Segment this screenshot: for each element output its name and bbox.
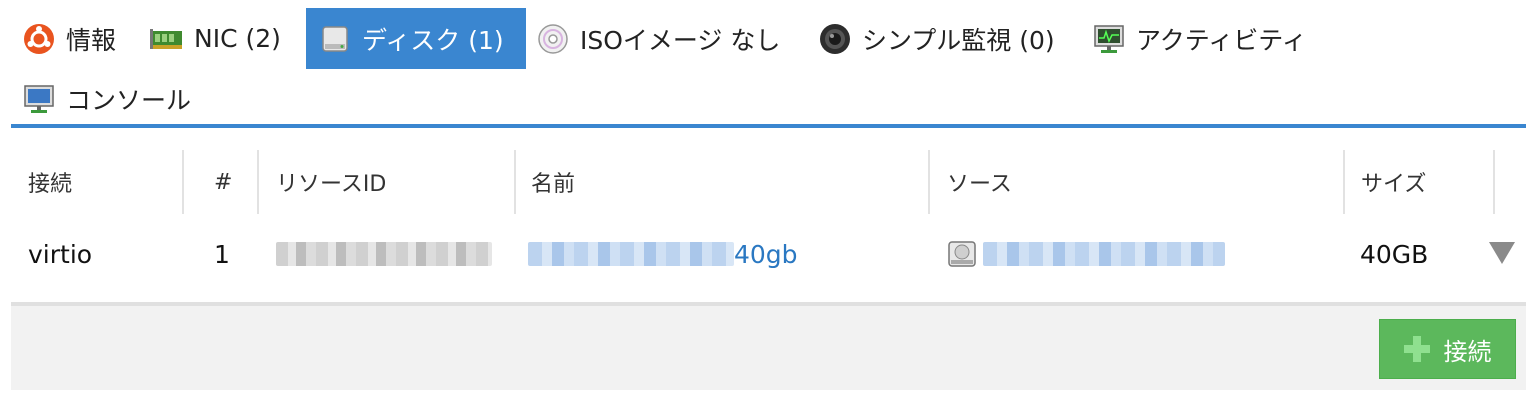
redacted-name — [528, 242, 734, 266]
connect-disk-button[interactable]: 接続 — [1379, 319, 1516, 379]
disk-icon — [318, 22, 352, 56]
tab-label: ISOイメージ なし — [580, 25, 781, 55]
tab-console[interactable]: コンソール — [22, 68, 212, 129]
activity-monitor-icon — [1092, 22, 1126, 56]
tab-iso[interactable]: ISOイメージ なし — [536, 8, 796, 69]
plus-icon — [1403, 336, 1430, 362]
cell-index: 1 — [214, 239, 230, 269]
tab-disk[interactable]: ディスク (1) — [306, 8, 526, 69]
row-dropdown-caret-icon[interactable] — [1489, 242, 1515, 264]
tab-info[interactable]: 情報 — [22, 8, 134, 69]
tab-underline — [11, 124, 1526, 128]
column-divider — [1493, 150, 1495, 214]
hdd-icon — [947, 239, 977, 269]
cell-resource-id — [276, 232, 492, 276]
connect-button-label: 接続 — [1443, 337, 1492, 366]
redacted-resource-id — [276, 242, 492, 266]
tab-label: ディスク (1) — [362, 25, 504, 55]
column-divider — [182, 150, 184, 214]
header-source: ソース — [947, 172, 1012, 197]
tab-simple-monitor[interactable]: シンプル監視 (0) — [818, 8, 1068, 69]
column-divider — [1343, 150, 1345, 214]
column-divider — [928, 150, 930, 214]
header-connection: 接続 — [28, 172, 73, 197]
cell-source[interactable] — [947, 232, 1225, 276]
console-monitor-icon — [22, 82, 56, 116]
ubuntu-icon — [22, 22, 56, 56]
cell-connection: virtio — [28, 239, 93, 269]
cd-icon — [536, 22, 570, 56]
header-size: サイズ — [1361, 172, 1427, 197]
tab-activity[interactable]: アクティビティ — [1092, 8, 1322, 69]
column-divider — [257, 150, 259, 214]
tab-label: シンプル監視 (0) — [862, 25, 1055, 55]
tab-label: 情報 — [66, 25, 117, 55]
header-index: # — [214, 169, 233, 195]
header-resource-id: リソースID — [276, 172, 387, 197]
disk-name-link[interactable]: 40gb — [734, 240, 798, 269]
tab-nic[interactable]: NIC (2) — [150, 8, 300, 69]
camera-lens-icon — [818, 22, 852, 56]
column-divider — [514, 150, 516, 214]
tab-label: コンソール — [66, 85, 192, 115]
network-card-icon — [150, 22, 184, 56]
table-footer — [11, 306, 1526, 390]
redacted-source-link[interactable] — [983, 242, 1225, 266]
header-name: 名前 — [531, 172, 576, 197]
cell-size: 40GB — [1360, 239, 1429, 269]
cell-name[interactable]: 40gb — [528, 232, 798, 276]
tab-label: NIC (2) — [194, 24, 281, 53]
tab-label: アクティビティ — [1136, 25, 1307, 55]
